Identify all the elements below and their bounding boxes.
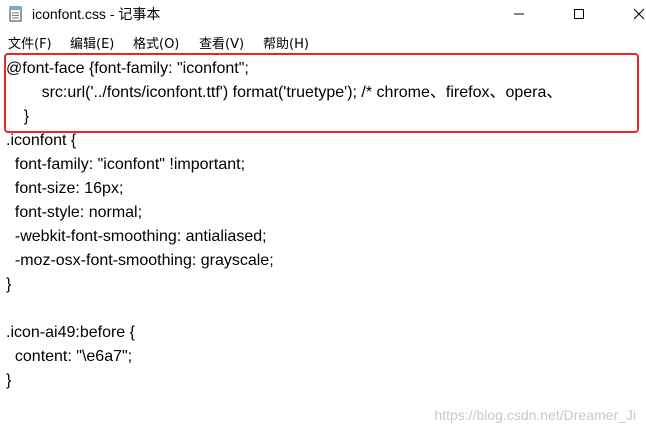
window-title: iconfont.css - 记事本 (32, 6, 161, 22)
notepad-icon (8, 6, 24, 22)
text-editor[interactable]: @font-face {font-family: "iconfont"; src… (0, 53, 646, 431)
code-line: .iconfont { (6, 132, 77, 149)
code-line: -webkit-font-smoothing: antialiased; (6, 228, 267, 245)
code-line: .icon-ai49:before { (6, 324, 135, 341)
code-line: src:url('../fonts/iconfont.ttf') format(… (6, 84, 563, 101)
maximize-button[interactable] (556, 0, 602, 28)
menu-edit[interactable]: 编辑(E) (70, 33, 114, 52)
close-icon (633, 5, 645, 24)
maximize-icon (573, 5, 585, 24)
code-line: } (6, 372, 12, 389)
code-line: @font-face {font-family: "iconfont"; (6, 60, 249, 77)
menu-help[interactable]: 帮助(H) (263, 33, 309, 52)
code-line: -moz-osx-font-smoothing: grayscale; (6, 252, 274, 269)
menu-view[interactable]: 查看(V) (199, 33, 244, 52)
code-line: font-size: 16px; (6, 180, 124, 197)
title-bar: iconfont.css - 记事本 (0, 0, 646, 28)
minimize-icon (513, 5, 525, 24)
code-line: font-style: normal; (6, 204, 143, 221)
code-line: font-family: "iconfont" !important; (6, 156, 246, 173)
close-button[interactable] (616, 0, 646, 28)
watermark: https://blog.csdn.net/Dreamer_Ji (434, 407, 636, 423)
notepad-window: iconfont.css - 记事本 文件(F) 编辑(E) 格式(O) 查看(… (0, 0, 646, 431)
menu-bar: 文件(F) 编辑(E) 格式(O) 查看(V) 帮助(H) (0, 33, 646, 53)
code-line: content: "\e6a7"; (6, 348, 133, 365)
minimize-button[interactable] (496, 0, 542, 28)
code-line: } (6, 276, 12, 293)
menu-file[interactable]: 文件(F) (8, 33, 52, 52)
code-line: } (6, 108, 30, 125)
menu-format[interactable]: 格式(O) (133, 33, 179, 52)
